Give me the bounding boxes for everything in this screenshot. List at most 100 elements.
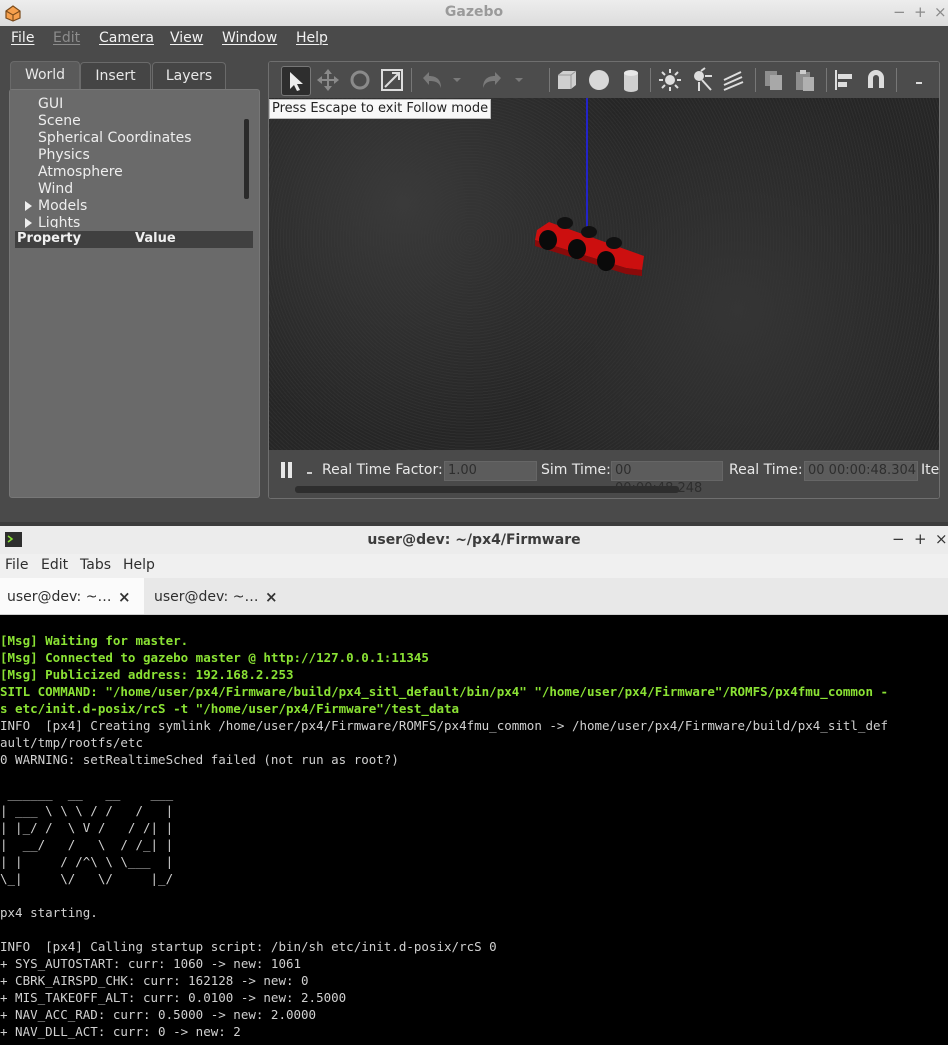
- tree-item-lights[interactable]: Lights: [38, 215, 80, 228]
- tree-scrollbar[interactable]: [244, 119, 249, 199]
- menu-file[interactable]: File: [11, 30, 34, 46]
- dropdown-arrow-icon: [453, 78, 461, 82]
- step-indicator: [307, 472, 312, 474]
- tree-item-atmosphere[interactable]: Atmosphere: [38, 164, 123, 180]
- terminal-output[interactable]: [Msg] Waiting for master. [Msg] Connected…: [0, 632, 948, 1045]
- maximize-button[interactable]: +: [914, 530, 927, 548]
- follow-mode-hint: Press Escape to exit Follow mode: [269, 99, 492, 119]
- terminal-title: user@dev: ~/px4/Firmware: [367, 532, 581, 548]
- menu-tabs[interactable]: Tabs: [80, 557, 111, 573]
- minimize-button[interactable]: −: [893, 3, 906, 21]
- tree-item-models[interactable]: Models: [38, 198, 87, 214]
- tab-layers[interactable]: Layers: [152, 62, 226, 89]
- menu-help[interactable]: Help: [123, 557, 155, 573]
- align-button[interactable]: [831, 66, 859, 94]
- dropdown-arrow-icon: [515, 78, 523, 82]
- terminal-window: user@dev: ~/px4/Firmware − + × File Edit…: [0, 526, 948, 1045]
- copy-button[interactable]: [759, 66, 787, 94]
- rotate-mode-button[interactable]: [346, 66, 374, 94]
- tab-world[interactable]: World: [10, 61, 80, 90]
- rover-model[interactable]: [269, 98, 939, 450]
- console-line: INFO [px4] Creating symlink /home/user/p…: [0, 718, 889, 733]
- close-button[interactable]: ×: [934, 3, 947, 21]
- tree-item-spherical-coordinates[interactable]: Spherical Coordinates: [38, 130, 192, 146]
- terminal-tab[interactable]: user@dev: ~… ×: [146, 578, 292, 614]
- toolbar-separator: [755, 68, 756, 92]
- spot-light-button[interactable]: [687, 66, 715, 94]
- maximize-button[interactable]: +: [914, 3, 927, 21]
- world-tree: GUI Scene Spherical Coordinates Physics …: [10, 90, 257, 228]
- paste-icon: [796, 70, 814, 91]
- menu-edit[interactable]: Edit: [53, 30, 80, 46]
- terminal-titlebar: user@dev: ~/px4/Firmware − + ×: [0, 526, 948, 555]
- scene-toolbar: [269, 62, 939, 98]
- undo-icon: [423, 72, 441, 88]
- magnet-icon: [868, 70, 884, 88]
- menu-camera[interactable]: Camera: [99, 30, 154, 46]
- terminal-tab[interactable]: user@dev: ~… ×: [0, 578, 144, 614]
- status-scrollbar[interactable]: [295, 486, 679, 493]
- point-light-button[interactable]: [656, 66, 684, 94]
- property-header: Property Value: [15, 231, 253, 248]
- sphere-icon: [589, 70, 609, 90]
- tree-item-wind[interactable]: Wind: [38, 181, 73, 197]
- toolbar-more-button[interactable]: [909, 66, 929, 94]
- console-line: + NAV_DLL_ACT: curr: 0 -> new: 2: [0, 1024, 241, 1039]
- 3d-scene[interactable]: [269, 98, 939, 450]
- snap-button[interactable]: [862, 66, 890, 94]
- copy-icon: [765, 71, 782, 90]
- box-shape-button[interactable]: [553, 66, 581, 94]
- console-line: \_| \/ \/ |_/: [0, 871, 174, 886]
- console-line: s etc/init.d-posix/rcS -t "/home/user/px…: [0, 701, 460, 716]
- redo-button[interactable]: [479, 66, 507, 94]
- tab-label: user@dev: ~…: [7, 589, 112, 605]
- toolbar-separator: [650, 68, 651, 92]
- close-button[interactable]: ×: [935, 530, 948, 548]
- console-line: INFO [px4] Calling startup script: /bin/…: [0, 939, 497, 954]
- align-icon: [835, 70, 852, 90]
- directional-light-button[interactable]: [719, 66, 747, 94]
- console-line: px4 starting.: [0, 905, 98, 920]
- translate-mode-button[interactable]: [314, 66, 342, 94]
- console-line: | ___ \ \ \ / / / |: [0, 803, 174, 818]
- box-icon: [558, 70, 577, 89]
- rtf-label: Real Time Factor:: [322, 462, 443, 478]
- menu-view[interactable]: View: [170, 30, 203, 46]
- console-line: + SYS_AUTOSTART: curr: 1060 -> new: 1061: [0, 956, 302, 971]
- expand-arrow-icon[interactable]: [25, 201, 32, 211]
- menu-edit[interactable]: Edit: [41, 557, 68, 573]
- tab-close-icon[interactable]: ×: [118, 578, 131, 616]
- menu-help[interactable]: Help: [296, 30, 328, 46]
- tab-insert[interactable]: Insert: [80, 62, 151, 89]
- console-line: SITL COMMAND: "/home/user/px4/Firmware/b…: [0, 684, 889, 699]
- sphere-shape-button[interactable]: [585, 66, 613, 94]
- console-line: 0 WARNING: setRealtimeSched failed (not …: [0, 752, 399, 767]
- console-line: + NAV_ACC_RAD: curr: 0.5000 -> new: 2.00…: [0, 1007, 317, 1022]
- menu-window[interactable]: Window: [222, 30, 277, 46]
- paste-button[interactable]: [791, 66, 819, 94]
- pause-icon[interactable]: [279, 461, 295, 479]
- tree-item-gui[interactable]: GUI: [38, 96, 63, 112]
- undo-button[interactable]: [417, 66, 445, 94]
- minimize-button[interactable]: −: [892, 530, 905, 548]
- console-line: [Msg] Connected to gazebo master @ http:…: [0, 650, 429, 665]
- sim-time-label: Sim Time:: [541, 462, 611, 478]
- undo-history-dropdown[interactable]: [450, 66, 464, 94]
- tree-item-physics[interactable]: Physics: [38, 147, 90, 163]
- scene-viewport[interactable]: Press Escape to exit Follow mode Real Ti…: [268, 61, 940, 499]
- tree-item-scene[interactable]: Scene: [38, 113, 81, 129]
- scale-mode-button[interactable]: [378, 66, 406, 94]
- toolbar-separator: [411, 68, 412, 92]
- select-mode-button[interactable]: [281, 66, 311, 96]
- cylinder-shape-button[interactable]: [617, 66, 645, 94]
- real-time-value: 00 00:00:48.304: [804, 461, 918, 481]
- tab-close-icon[interactable]: ×: [265, 578, 278, 616]
- cursor-arrow-icon: [290, 72, 303, 91]
- redo-history-dropdown[interactable]: [512, 66, 526, 94]
- menu-file[interactable]: File: [5, 557, 28, 573]
- expand-arrow-icon[interactable]: [25, 218, 32, 228]
- console-line: [Msg] Publicized address: 192.168.2.253: [0, 667, 294, 682]
